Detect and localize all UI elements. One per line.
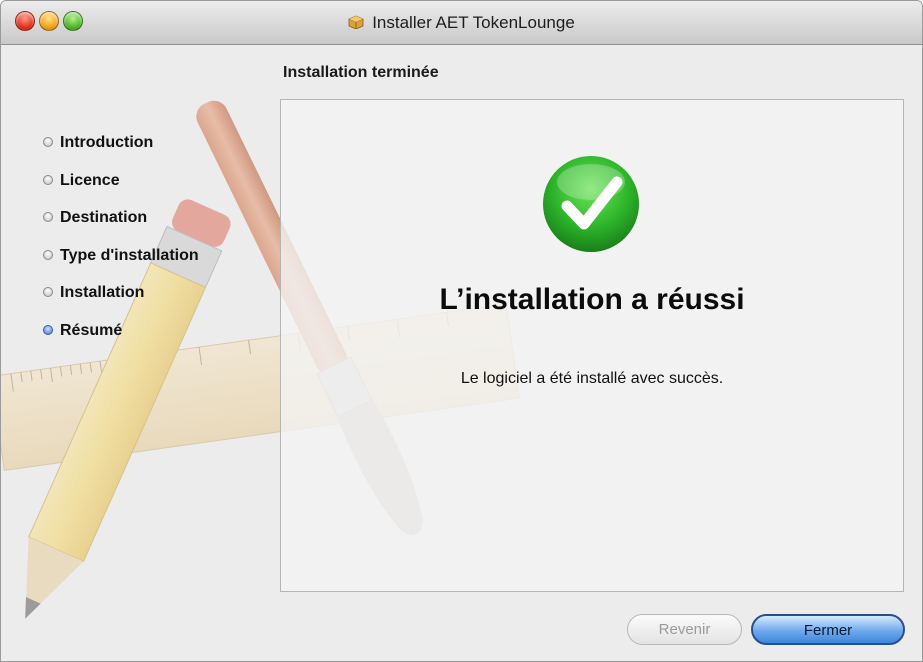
step-label: Type d'installation (60, 246, 199, 264)
success-message: Le logiciel a été installé avec succès. (460, 370, 724, 387)
step-label: Destination (60, 209, 148, 226)
page-title: Installation terminée (283, 64, 439, 81)
installer-steps-list: Introduction Licence Destination Type d'… (43, 134, 199, 359)
close-button[interactable]: Fermer (751, 614, 905, 645)
step-bullet-active-icon (43, 324, 53, 335)
step-label: Résumé (60, 321, 123, 339)
installer-window: Installer AET TokenLounge Installation t… (0, 0, 923, 662)
step-bullet-icon (43, 137, 53, 147)
step-label: Introduction (60, 134, 154, 151)
title-bar[interactable]: Installer AET TokenLounge (1, 1, 922, 45)
window-title: Installer AET TokenLounge (372, 13, 575, 32)
step-bullet-icon (43, 174, 53, 185)
step-installation-type: Type d'installation (43, 247, 199, 285)
step-bullet-icon (43, 212, 53, 222)
package-icon (348, 15, 364, 29)
step-licence: Licence (43, 172, 199, 210)
step-destination: Destination (43, 209, 199, 247)
step-introduction: Introduction (43, 134, 199, 172)
back-button[interactable]: Revenir (627, 614, 742, 645)
step-label: Licence (60, 171, 120, 189)
window-title-container: Installer AET TokenLounge (1, 13, 922, 33)
content-panel: L’installation a réussi Le logiciel a ét… (280, 99, 904, 592)
step-bullet-icon (43, 249, 53, 260)
step-summary: Résumé (43, 322, 199, 360)
step-bullet-icon (43, 287, 53, 297)
step-installation: Installation (43, 284, 199, 322)
success-checkmark-icon (543, 156, 639, 252)
step-label: Installation (60, 284, 145, 301)
success-heading: L’installation a réussi (439, 283, 745, 316)
